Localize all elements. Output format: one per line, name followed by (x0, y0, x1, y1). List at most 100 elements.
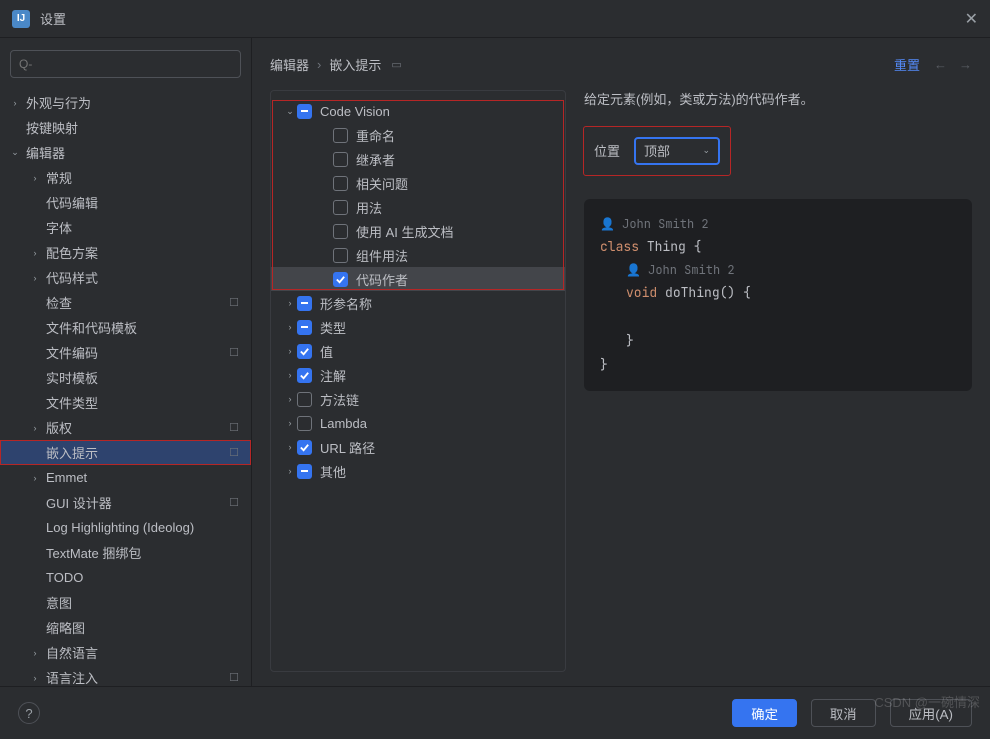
chevron-icon: › (283, 346, 297, 356)
back-icon[interactable]: ← (934, 57, 947, 72)
inlay-item-label: 方法链 (320, 390, 359, 409)
sidebar-item[interactable]: TODO (0, 565, 251, 590)
sidebar-item[interactable]: 代码编辑 (0, 190, 251, 215)
sidebar-item-label: 语言注入 (46, 668, 98, 686)
sidebar-item[interactable]: ›语言注入☐ (0, 665, 251, 686)
chevron-right-icon: › (317, 57, 321, 72)
sidebar-tree: › 外观与行为按键映射⌄编辑器›常规代码编辑字体 › 配色方案 ›代码样式检查☐文件和代… (0, 90, 251, 686)
checkbox[interactable] (297, 296, 312, 311)
inlay-tree-item[interactable]: 继承者 (271, 147, 565, 171)
checkbox[interactable] (333, 176, 348, 191)
sidebar-item[interactable]: 文件和代码模板 (0, 315, 251, 340)
inlay-tree-item[interactable]: 代码作者 (271, 267, 565, 291)
sidebar-item[interactable]: 实时模板 (0, 365, 251, 390)
checkbox[interactable] (333, 224, 348, 239)
checkbox[interactable] (333, 128, 348, 143)
detail-panel: 给定元素(例如，类或方法)的代码作者。 位置 顶部 ⌄ 👤 John Smith… (584, 90, 972, 672)
checkbox[interactable] (297, 320, 312, 335)
checkbox[interactable] (297, 416, 312, 431)
sidebar-item[interactable]: ›代码样式 (0, 265, 251, 290)
sidebar-item[interactable]: GUI 设计器☐ (0, 490, 251, 515)
inlay-tree-item[interactable]: 组件用法 (271, 243, 565, 267)
inlay-tree-item[interactable]: ›值 (271, 339, 565, 363)
inlay-tree-item[interactable]: ›Lambda (271, 411, 565, 435)
checkbox[interactable] (333, 248, 348, 263)
checkbox[interactable] (333, 200, 348, 215)
forward-icon[interactable]: → (959, 57, 972, 72)
sidebar: › 外观与行为按键映射⌄编辑器›常规代码编辑字体 › 配色方案 ›代码样式检查☐文件和代… (0, 38, 252, 686)
checkbox[interactable] (333, 272, 348, 287)
inlay-tree-item[interactable]: 相关问题 (271, 171, 565, 195)
sidebar-item[interactable]: 按键映射 (0, 115, 251, 140)
inlay-tree-item[interactable]: ›方法链 (271, 387, 565, 411)
sidebar-item-label: 配色方案 (46, 243, 98, 262)
close-icon[interactable]: ✕ (965, 9, 978, 29)
breadcrumb-root[interactable]: 编辑器 (270, 55, 309, 74)
checkbox[interactable] (297, 464, 312, 479)
scope-icon: ▭ (391, 58, 401, 71)
inlay-item-label: Code Vision (320, 104, 390, 119)
sidebar-item[interactable]: › 配色方案 (0, 240, 251, 265)
sidebar-item[interactable]: ›Emmet (0, 465, 251, 490)
inlay-tree-item[interactable]: 重命名 (271, 123, 565, 147)
inlay-item-label: 注解 (320, 366, 346, 385)
sidebar-item[interactable]: 文件编码 ☐ (0, 340, 251, 365)
sidebar-item[interactable]: 意图 (0, 590, 251, 615)
checkbox[interactable] (333, 152, 348, 167)
scope-glyph-icon: ☐ (229, 671, 239, 684)
ok-button[interactable]: 确定 (732, 699, 797, 727)
inlay-tree-item[interactable]: ›URL 路径 (271, 435, 565, 459)
cancel-button[interactable]: 取消 (811, 699, 876, 727)
sidebar-item-label: 外观与行为 (26, 93, 91, 112)
checkbox[interactable] (297, 440, 312, 455)
sidebar-item-label: 自然语言 (46, 643, 98, 662)
sidebar-item[interactable]: TextMate 捆绑包 (0, 540, 251, 565)
chevron-icon: › (8, 98, 22, 108)
reset-link[interactable]: 重置 (894, 55, 920, 74)
inlay-tree-item[interactable]: ›形参名称 (271, 291, 565, 315)
inlay-tree-item[interactable]: ›其他 (271, 459, 565, 483)
chevron-icon: › (28, 423, 42, 433)
chevron-icon: › (28, 173, 42, 183)
sidebar-item[interactable]: 缩略图 (0, 615, 251, 640)
sidebar-item[interactable]: 嵌入提示☐ (0, 440, 251, 465)
scope-glyph-icon: ☐ (229, 296, 239, 309)
checkbox[interactable] (297, 104, 312, 119)
search-input[interactable] (10, 50, 241, 78)
chevron-icon: › (28, 248, 42, 258)
sidebar-item[interactable]: ⌄编辑器 (0, 140, 251, 165)
help-icon[interactable]: ? (18, 702, 40, 724)
footer: ? 确定 取消 应用(A) (0, 686, 990, 739)
inlay-tree-item[interactable]: 使用 AI 生成文档 (271, 219, 565, 243)
inlay-tree-item[interactable]: ⌄Code Vision (271, 99, 565, 123)
inlay-tree-item[interactable]: 用法 (271, 195, 565, 219)
checkbox[interactable] (297, 392, 312, 407)
sidebar-item[interactable]: 检查☐ (0, 290, 251, 315)
position-select[interactable]: 顶部 ⌄ (634, 137, 720, 165)
apply-button[interactable]: 应用(A) (890, 699, 972, 727)
sidebar-item[interactable]: ›版权☐ (0, 415, 251, 440)
inlay-item-label: 代码作者 (356, 270, 408, 289)
titlebar: IJ 设置 ✕ (0, 0, 990, 38)
chevron-icon: ⌄ (8, 147, 22, 158)
scope-glyph-icon: ☐ (229, 346, 239, 359)
window-title: 设置 (40, 9, 66, 28)
inlay-tree-item[interactable]: ›类型 (271, 315, 565, 339)
checkbox[interactable] (297, 368, 312, 383)
chevron-icon: › (283, 418, 297, 428)
sidebar-item[interactable]: Log Highlighting (Ideolog) (0, 515, 251, 540)
sidebar-item[interactable]: › 外观与行为 (0, 90, 251, 115)
scope-glyph-icon: ☐ (229, 496, 239, 509)
sidebar-item[interactable]: ›常规 (0, 165, 251, 190)
chevron-icon: › (283, 298, 297, 308)
checkbox[interactable] (297, 344, 312, 359)
sidebar-item[interactable]: ›自然语言 (0, 640, 251, 665)
person-icon: 👤 (626, 262, 641, 278)
sidebar-item[interactable]: 字体 (0, 215, 251, 240)
chevron-icon: › (28, 273, 42, 283)
sidebar-item-label: 嵌入提示 (46, 443, 98, 462)
sidebar-item[interactable]: 文件类型 (0, 390, 251, 415)
sidebar-item-label: Emmet (46, 470, 87, 485)
sidebar-item-label: 文件编码 (46, 343, 98, 362)
inlay-tree-item[interactable]: ›注解 (271, 363, 565, 387)
